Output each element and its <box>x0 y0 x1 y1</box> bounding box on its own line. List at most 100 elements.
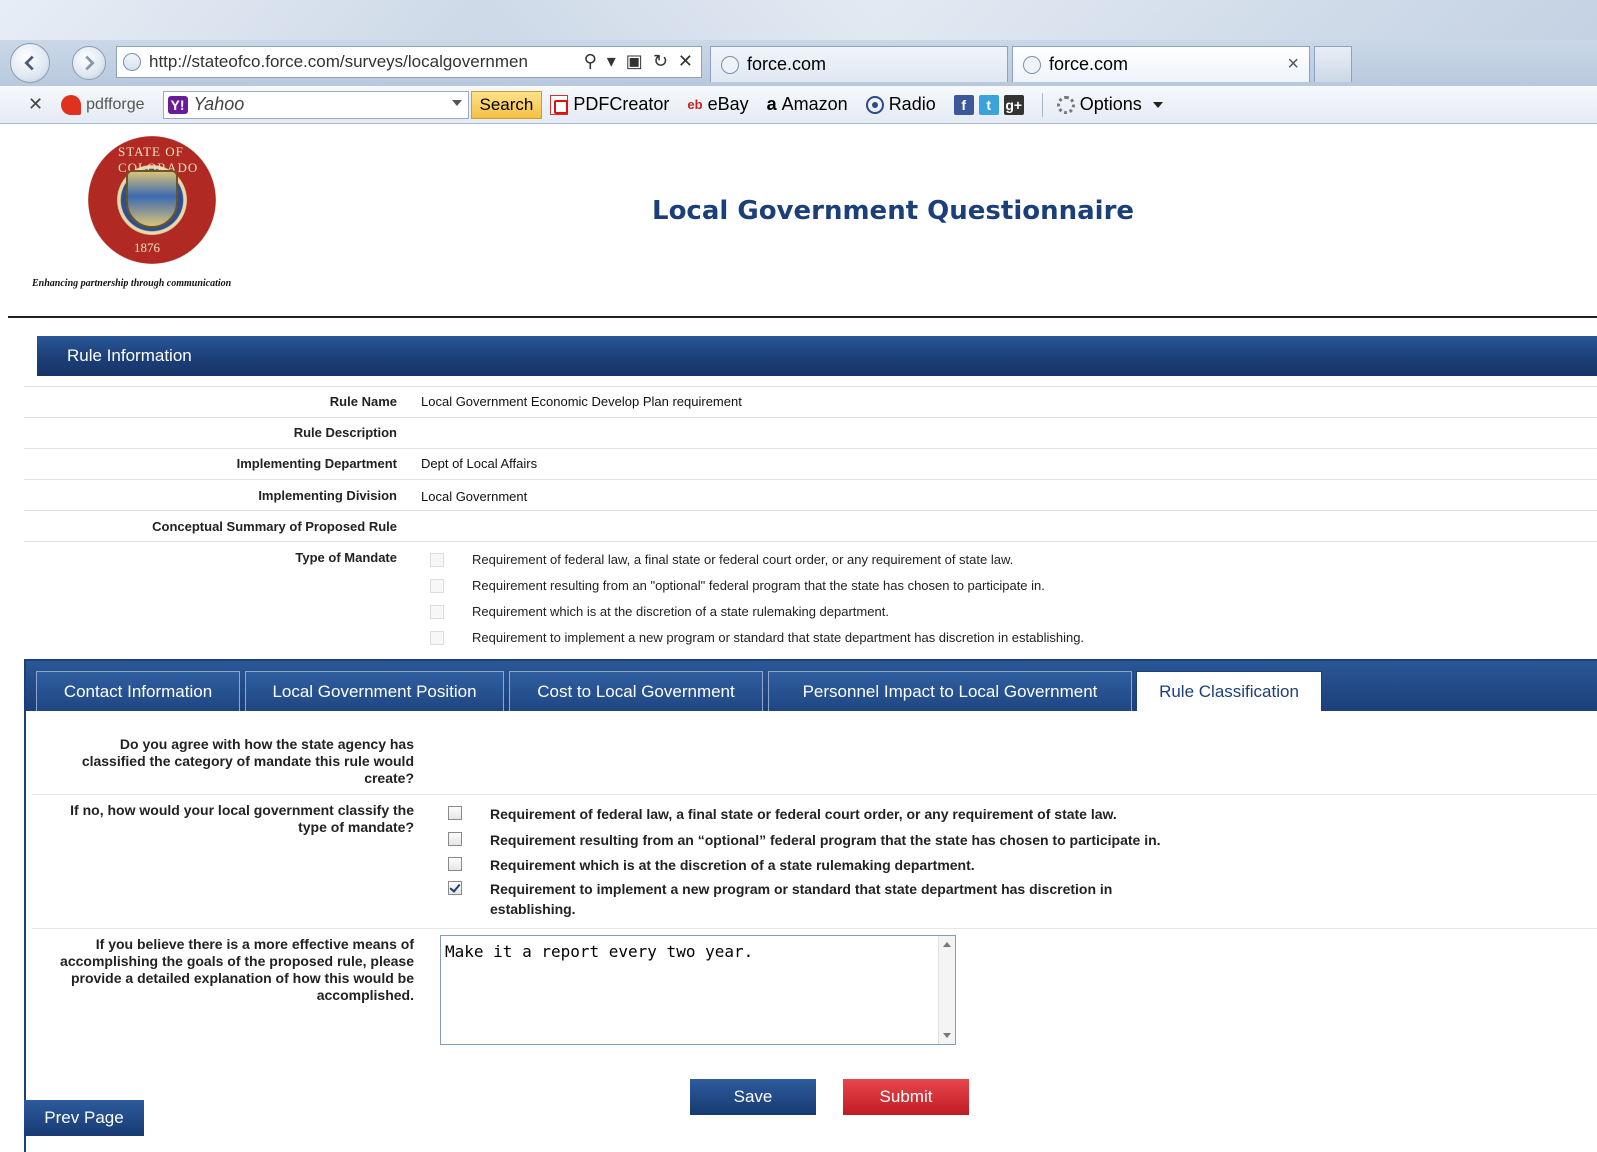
ebay-label: eBay <box>707 94 749 114</box>
classification-option-label: Requirement of federal law, a final stat… <box>490 806 1117 822</box>
tab-cost-to-local-government[interactable]: Cost to Local Government <box>509 671 763 711</box>
back-button[interactable] <box>10 43 50 83</box>
yahoo-placeholder: Yahoo <box>193 94 245 114</box>
mandate-option-label: Requirement of federal law, a final stat… <box>472 552 1014 567</box>
prev-page-button[interactable]: Prev Page <box>24 1100 144 1136</box>
chevron-down-icon[interactable] <box>451 99 462 106</box>
submit-button[interactable]: Submit <box>843 1079 969 1115</box>
page-icon <box>1023 55 1041 74</box>
tab-contact-information[interactable]: Contact Information <box>36 671 240 711</box>
classification-option[interactable]: Requirement to implement a new program o… <box>448 879 1188 919</box>
chevron-down-icon <box>1152 101 1163 108</box>
window-titlebar <box>0 0 1597 40</box>
ebay-link[interactable]: eb eBay <box>687 94 748 115</box>
close-toolbar-icon[interactable]: ✕ <box>28 94 43 115</box>
page-icon <box>123 53 141 71</box>
explanation-text[interactable]: Make it a report every two year. <box>445 942 753 961</box>
classification-option[interactable]: Requirement of federal law, a final stat… <box>448 804 1248 824</box>
explanation-textarea[interactable]: Make it a report every two year. <box>440 935 956 1045</box>
scroll-down-icon[interactable] <box>943 1033 951 1038</box>
conceptual-summary-row: Conceptual Summary of Proposed Rule <box>24 510 1597 541</box>
toolbar-divider <box>1041 92 1043 117</box>
mandate-option-readonly: Requirement resulting from an "optional"… <box>430 578 1045 593</box>
classification-option-label: Requirement resulting from an “optional”… <box>490 832 1161 848</box>
search-icon[interactable]: ⚲ <box>584 51 597 72</box>
state-seal-logo: STATE OF COLORADO 1876 <box>88 136 216 264</box>
rule-description-row: Rule Description <box>24 417 1597 448</box>
amazon-label: Amazon <box>781 94 848 114</box>
radio-label: Radio <box>888 94 936 114</box>
rule-description-label: Rule Description <box>293 425 397 440</box>
alternative-means-question: If you believe there is a more effective… <box>60 936 414 1003</box>
stop-icon[interactable]: ✕ <box>678 51 693 72</box>
browser-tab-2[interactable]: force.com × <box>1012 46 1310 82</box>
disabled-checkbox <box>430 604 444 619</box>
browser-chrome: http://stateofco.force.com/surveys/local… <box>0 0 1597 86</box>
new-tab-button[interactable] <box>1314 46 1352 82</box>
row-divider <box>32 928 1597 929</box>
close-icon[interactable]: × <box>1287 53 1299 76</box>
type-of-mandate-label: Type of Mandate <box>295 550 397 565</box>
classify-mandate-question: If no, how would your local government c… <box>70 802 414 835</box>
option-checkbox[interactable] <box>448 806 462 820</box>
yahoo-icon: Y! <box>167 95 188 114</box>
twitter-icon[interactable]: t <box>978 94 999 115</box>
classification-option[interactable]: Requirement resulting from an “optional”… <box>448 830 1248 850</box>
pdfforge-label: pdfforge <box>86 95 145 113</box>
tab-local-government-position[interactable]: Local Government Position <box>245 671 504 711</box>
row-divider <box>32 794 1597 795</box>
amazon-link[interactable]: a Amazon <box>767 94 848 115</box>
conceptual-summary-label: Conceptual Summary of Proposed Rule <box>152 519 397 534</box>
implementing-division-label: Implementing Division <box>258 488 397 503</box>
google-plus-icon[interactable]: g+ <box>1003 94 1024 115</box>
tagline: Enhancing partnership through communicat… <box>32 278 232 289</box>
ebay-icon: eb <box>687 97 703 112</box>
dropdown-icon[interactable]: ▾ <box>607 51 616 72</box>
rule-information-header: Rule Information <box>37 336 1597 376</box>
rule-name-row: Rule Name Local Government Economic Deve… <box>24 386 1597 417</box>
scroll-up-icon[interactable] <box>943 942 951 947</box>
pdf-icon <box>550 94 569 115</box>
implementing-division-value: Local Government <box>421 489 528 504</box>
classification-option-label: Requirement which is at the discretion o… <box>490 857 975 873</box>
mandate-option-readonly: Requirement of federal law, a final stat… <box>430 552 1013 567</box>
gear-icon <box>1056 95 1075 114</box>
address-bar[interactable]: http://stateofco.force.com/surveys/local… <box>116 46 702 78</box>
mandate-option-label: Requirement which is at the discretion o… <box>472 604 889 619</box>
toolbar-search-button[interactable]: Search <box>470 90 543 119</box>
header-divider <box>8 316 1597 318</box>
option-checkbox[interactable] <box>448 832 462 846</box>
disabled-checkbox <box>430 630 444 645</box>
pdfcreator-link[interactable]: PDFCreator <box>550 94 669 115</box>
browser-tab-1[interactable]: force.com <box>710 46 1008 82</box>
section-title: Rule Information <box>67 346 192 365</box>
option-checkbox-checked[interactable] <box>448 881 462 895</box>
mandate-option-readonly: Requirement to implement a new program o… <box>430 630 1084 645</box>
address-actions: ⚲ ▾ ▣ ↻ ✕ <box>584 51 693 72</box>
address-text[interactable]: http://stateofco.force.com/surveys/local… <box>149 52 569 72</box>
rule-name-value: Local Government Economic Develop Plan r… <box>421 394 742 409</box>
implementing-department-value: Dept of Local Affairs <box>421 456 538 471</box>
classification-option[interactable]: Requirement which is at the discretion o… <box>448 855 1248 875</box>
implementing-division-row: Implementing Division Local Government <box>24 479 1597 510</box>
tab-personnel-impact[interactable]: Personnel Impact to Local Government <box>768 671 1132 711</box>
save-button[interactable]: Save <box>690 1079 816 1115</box>
compatibility-icon[interactable]: ▣ <box>626 51 643 72</box>
social-links: f t g+ <box>953 94 1024 115</box>
tab-rule-classification[interactable]: Rule Classification <box>1136 671 1322 711</box>
radio-icon <box>865 95 884 114</box>
amazon-icon: a <box>766 94 777 114</box>
disabled-checkbox <box>430 552 444 567</box>
seal-year: 1876 <box>134 240 160 255</box>
facebook-icon[interactable]: f <box>953 94 974 115</box>
textarea-scrollbar[interactable] <box>938 936 955 1044</box>
browser-tab-label: force.com <box>747 54 827 74</box>
options-menu[interactable]: Options <box>1056 94 1163 115</box>
refresh-icon[interactable]: ↻ <box>653 51 668 72</box>
forward-button[interactable] <box>72 46 106 80</box>
pdfforge-link[interactable]: pdfforge <box>61 94 145 115</box>
agree-classification-question: Do you agree with how the state agency h… <box>81 736 414 786</box>
yahoo-search-input[interactable]: Y! Yahoo <box>162 90 469 119</box>
radio-link[interactable]: Radio <box>865 94 936 115</box>
option-checkbox[interactable] <box>448 857 462 871</box>
